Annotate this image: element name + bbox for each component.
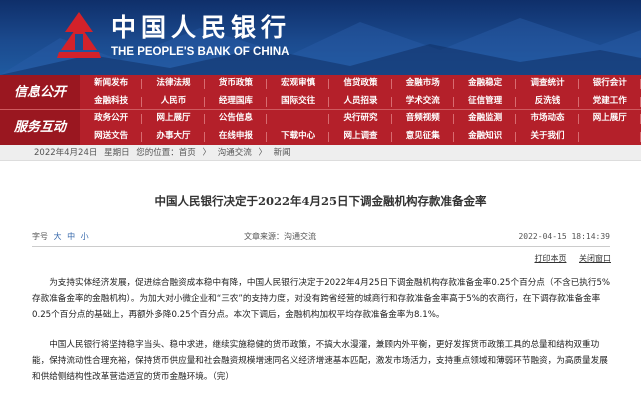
breadcrumb-separator: 〉 [202,148,212,158]
nav-row: 新闻发布 法律法规 货币政策 宏观审慎 信贷政策 金融市场 金融稳定 调查统计 … [80,75,641,93]
nav-item[interactable]: 意见征集 [392,128,454,146]
breadcrumb-date: 2022年4月24日 [34,148,98,158]
article-datetime: 2022-04-15 18:14:39 [518,232,610,241]
nav-item[interactable]: 网上展厅 [579,110,641,128]
nav-item[interactable]: 网上调查 [329,128,392,146]
nav-item[interactable]: 反洗钱 [516,93,579,111]
breadcrumb-level3-link[interactable]: 新闻 [274,148,291,158]
article-paragraph: 为支持实体经济发展，促进综合融资成本稳中有降，中国人民银行决定于2022年4月2… [32,278,611,320]
article-source: 文章来源：沟通交流 [244,232,316,241]
nav-grid: 新闻发布 法律法规 货币政策 宏观审慎 信贷政策 金融市场 金融稳定 调查统计 … [80,75,641,145]
nav-item[interactable]: 征信管理 [454,93,517,111]
nav-row: 政务公开 网上展厅 公告信息 央行研究 音频视频 金融监测 市场动态 网上展厅 [80,110,641,128]
nav-section-info[interactable]: 信息公开 [0,75,80,110]
article-meta: 字号 大 中 小 文章来源：沟通交流 2022-04-15 18:14:39 [32,231,610,243]
breadcrumb-separator: 〉 [258,148,267,158]
nav-item[interactable]: 网送文告 [80,128,143,146]
font-size-medium-link[interactable]: 中 [67,232,75,241]
nav-item[interactable]: 在线申报 [205,128,267,146]
nav-row: 金融科技 人民币 经理国库 国际交往 人员招录 学术交流 征信管理 反洗钱 党建… [80,93,641,111]
article-body: 为支持实体经济发展，促进综合融资成本稳中有降，中国人民银行决定于2022年4月2… [32,275,612,399]
nav-item[interactable]: 政务公开 [80,110,143,128]
nav-item[interactable]: 公告信息 [205,110,267,128]
nav-item[interactable]: 信贷政策 [329,75,392,93]
article-title: 中国人民银行决定于2022年4月25日下调金融机构存款准备金率 [154,194,487,208]
close-window-link[interactable]: 关闭窗口 [579,254,611,263]
print-page-link[interactable]: 打印本页 [534,254,566,263]
bank-logo[interactable] [55,10,103,65]
nav-item[interactable] [579,128,641,146]
bank-name-en: THE PEOPLE'S BANK OF CHINA [111,46,290,58]
nav-item[interactable]: 下载中心 [267,128,330,146]
nav-item[interactable]: 人员招录 [329,93,392,111]
nav-item[interactable]: 关于我们 [516,128,579,146]
nav-item[interactable]: 网上展厅 [142,110,205,128]
nav-item[interactable]: 银行会计 [579,75,641,93]
nav-row: 网送文告 办事大厅 在线申报 下载中心 网上调查 意见征集 金融知识 关于我们 [80,128,641,146]
breadcrumb-level2-link[interactable]: 沟通交流 [218,148,252,158]
font-size-small-link[interactable]: 小 [81,232,89,241]
font-size-label: 字号 [32,232,48,241]
nav-item[interactable]: 金融知识 [454,128,517,146]
font-size-large-link[interactable]: 大 [54,232,62,241]
divider [32,246,610,247]
breadcrumb-home-link[interactable]: 您的位置：首页 [136,148,196,158]
nav-item[interactable]: 人民币 [142,93,205,111]
nav-item[interactable]: 金融科技 [80,93,143,111]
nav-item[interactable]: 法律法规 [142,75,205,93]
breadcrumb: 2022年4月24日 星期日 您的位置：首页 〉 沟通交流 〉 新闻 [0,145,641,161]
nav-item[interactable]: 金融稳定 [454,75,517,93]
article-paragraph: 中国人民银行将坚持稳字当头、稳中求进，继续实施稳健的货币政策，不搞大水漫灌，兼顾… [32,340,608,382]
nav-item[interactable]: 货币政策 [205,75,267,93]
nav-item[interactable]: 金融监测 [454,110,517,128]
breadcrumb-weekday: 星期日 [104,148,130,158]
nav-item[interactable]: 音频视频 [392,110,454,128]
main-nav: 信息公开 服务互动 新闻发布 法律法规 货币政策 宏观审慎 信贷政策 金融市场 … [0,75,641,145]
nav-item[interactable]: 市场动态 [516,110,579,128]
nav-item[interactable]: 党建工作 [579,93,641,111]
nav-item[interactable]: 学术交流 [392,93,454,111]
nav-item[interactable] [267,110,330,128]
site-header: 中国人民银行 THE PEOPLE'S BANK OF CHINA [0,0,641,75]
article-actions: 打印本页 关闭窗口 [524,253,611,264]
nav-item[interactable]: 调查统计 [516,75,579,93]
font-size-selector: 字号 大 中 小 [32,231,89,243]
nav-item[interactable]: 金融市场 [392,75,454,93]
nav-item[interactable]: 国际交往 [267,93,330,111]
nav-section-service[interactable]: 服务互动 [0,110,80,145]
nav-item[interactable]: 新闻发布 [80,75,143,93]
nav-item[interactable]: 办事大厅 [142,128,205,146]
nav-item[interactable]: 央行研究 [329,110,392,128]
nav-item[interactable]: 宏观审慎 [267,75,330,93]
bank-name-cn: 中国人民银行 [111,13,292,42]
nav-item[interactable]: 经理国库 [205,93,267,111]
